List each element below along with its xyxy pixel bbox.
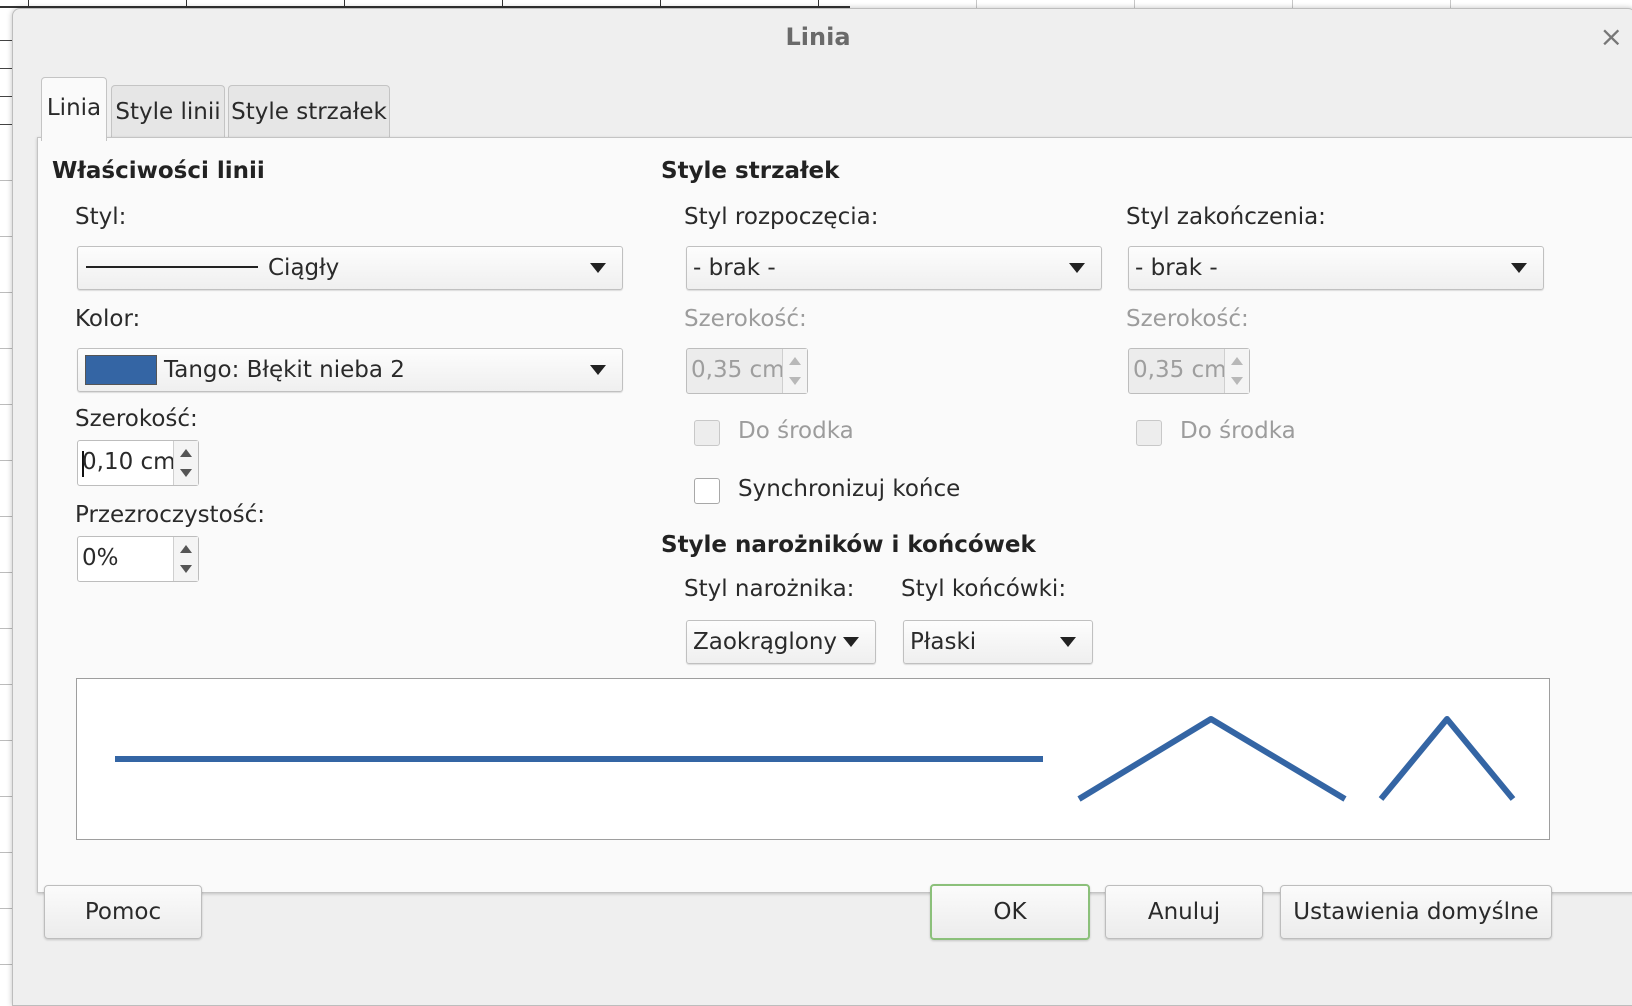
spin-up-icon[interactable] — [180, 449, 192, 457]
spin-buttons[interactable] — [173, 441, 198, 485]
start-center-label: Do środka — [738, 418, 854, 444]
help-button[interactable]: Pomoc — [44, 885, 202, 939]
start-style-value: - brak - — [693, 255, 776, 281]
line-style-sample-icon — [86, 266, 258, 268]
spin-up-icon[interactable] — [1231, 357, 1243, 365]
tab-panel-line: Właściwości linii Styl: Ciągły Kolor: Ta… — [37, 137, 1632, 893]
spin-down-icon[interactable] — [1231, 377, 1243, 385]
spin-up-icon[interactable] — [789, 357, 801, 365]
tab-arrow-styles[interactable]: Style strzałek — [228, 85, 390, 140]
chevron-down-icon — [843, 637, 859, 647]
style-label: Styl: — [75, 204, 127, 230]
corner-styles-heading: Style narożników i końcówek — [661, 532, 1036, 558]
spin-up-icon[interactable] — [180, 545, 192, 553]
dialog-title: Linia — [785, 23, 851, 51]
spreadsheet-column-strip — [0, 0, 850, 8]
spreadsheet-row-strip — [0, 0, 12, 1004]
end-style-dropdown[interactable]: - brak - — [1128, 246, 1544, 290]
end-width-spinbox[interactable]: 0,35 cm — [1128, 348, 1250, 394]
line-style-value: Ciągły — [268, 255, 340, 281]
start-width-value: 0,35 cm — [691, 357, 785, 383]
spin-buttons[interactable] — [1224, 349, 1249, 393]
close-icon[interactable]: × — [1600, 23, 1623, 51]
line-preview — [76, 678, 1550, 840]
start-width-label: Szerokość: — [684, 306, 807, 332]
line-color-value: Tango: Błękit nieba 2 — [164, 357, 405, 383]
end-style-label: Styl zakończenia: — [1126, 204, 1326, 230]
width-label: Szerokość: — [75, 406, 198, 432]
start-style-label: Styl rozpoczęcia: — [684, 204, 879, 230]
color-label: Kolor: — [75, 306, 141, 332]
reset-defaults-button[interactable]: Ustawienia domyślne — [1280, 885, 1552, 939]
spin-down-icon[interactable] — [180, 469, 192, 477]
line-width-value: 0,10 cm — [82, 449, 176, 475]
ok-button[interactable]: OK — [930, 884, 1090, 940]
spin-buttons[interactable] — [173, 537, 198, 581]
chevron-down-icon — [1069, 263, 1085, 273]
spin-down-icon[interactable] — [180, 565, 192, 573]
line-color-dropdown[interactable]: Tango: Błękit nieba 2 — [77, 348, 623, 392]
end-width-value: 0,35 cm — [1133, 357, 1227, 383]
end-width-label: Szerokość: — [1126, 306, 1249, 332]
corner-style-value: Zaokrąglony — [693, 629, 838, 655]
corner-style-dropdown[interactable]: Zaokrąglony — [686, 620, 876, 664]
cap-style-dropdown[interactable]: Płaski — [903, 620, 1093, 664]
cancel-button[interactable]: Anuluj — [1105, 885, 1263, 939]
corner-style-label: Styl narożnika: — [684, 576, 855, 602]
line-dialog: Linia × Linia Style linii Style strzałek… — [12, 8, 1632, 1006]
transparency-value: 0% — [82, 545, 119, 571]
tab-line[interactable]: Linia — [41, 77, 107, 141]
tab-line-styles[interactable]: Style linii — [111, 85, 225, 140]
spin-down-icon[interactable] — [789, 377, 801, 385]
chevron-down-icon — [1060, 637, 1076, 647]
line-properties-heading: Właściwości linii — [52, 158, 265, 184]
line-style-dropdown[interactable]: Ciągły — [77, 246, 623, 290]
color-swatch-icon — [85, 355, 157, 385]
start-center-checkbox[interactable] — [694, 420, 720, 446]
arrow-styles-heading: Style strzałek — [661, 158, 840, 184]
chevron-down-icon — [1511, 263, 1527, 273]
cap-style-label: Styl końcówki: — [901, 576, 1067, 602]
preview-wide-angle-line — [1077, 716, 1347, 802]
spin-buttons[interactable] — [782, 349, 807, 393]
start-width-spinbox[interactable]: 0,35 cm — [686, 348, 808, 394]
end-center-label: Do środka — [1180, 418, 1296, 444]
start-style-dropdown[interactable]: - brak - — [686, 246, 1102, 290]
transparency-label: Przezroczystość: — [75, 502, 266, 528]
sync-ends-checkbox[interactable] — [694, 478, 720, 504]
line-width-spinbox[interactable]: 0,10 cm — [77, 440, 199, 486]
cap-style-value: Płaski — [910, 629, 977, 655]
transparency-spinbox[interactable]: 0% — [77, 536, 199, 582]
preview-sharp-angle-line — [1378, 716, 1516, 801]
end-center-checkbox[interactable] — [1136, 420, 1162, 446]
chevron-down-icon — [590, 263, 606, 273]
sync-ends-label: Synchronizuj końce — [738, 476, 961, 502]
end-style-value: - brak - — [1135, 255, 1218, 281]
chevron-down-icon — [590, 365, 606, 375]
line-preview-graphic — [115, 716, 1516, 802]
